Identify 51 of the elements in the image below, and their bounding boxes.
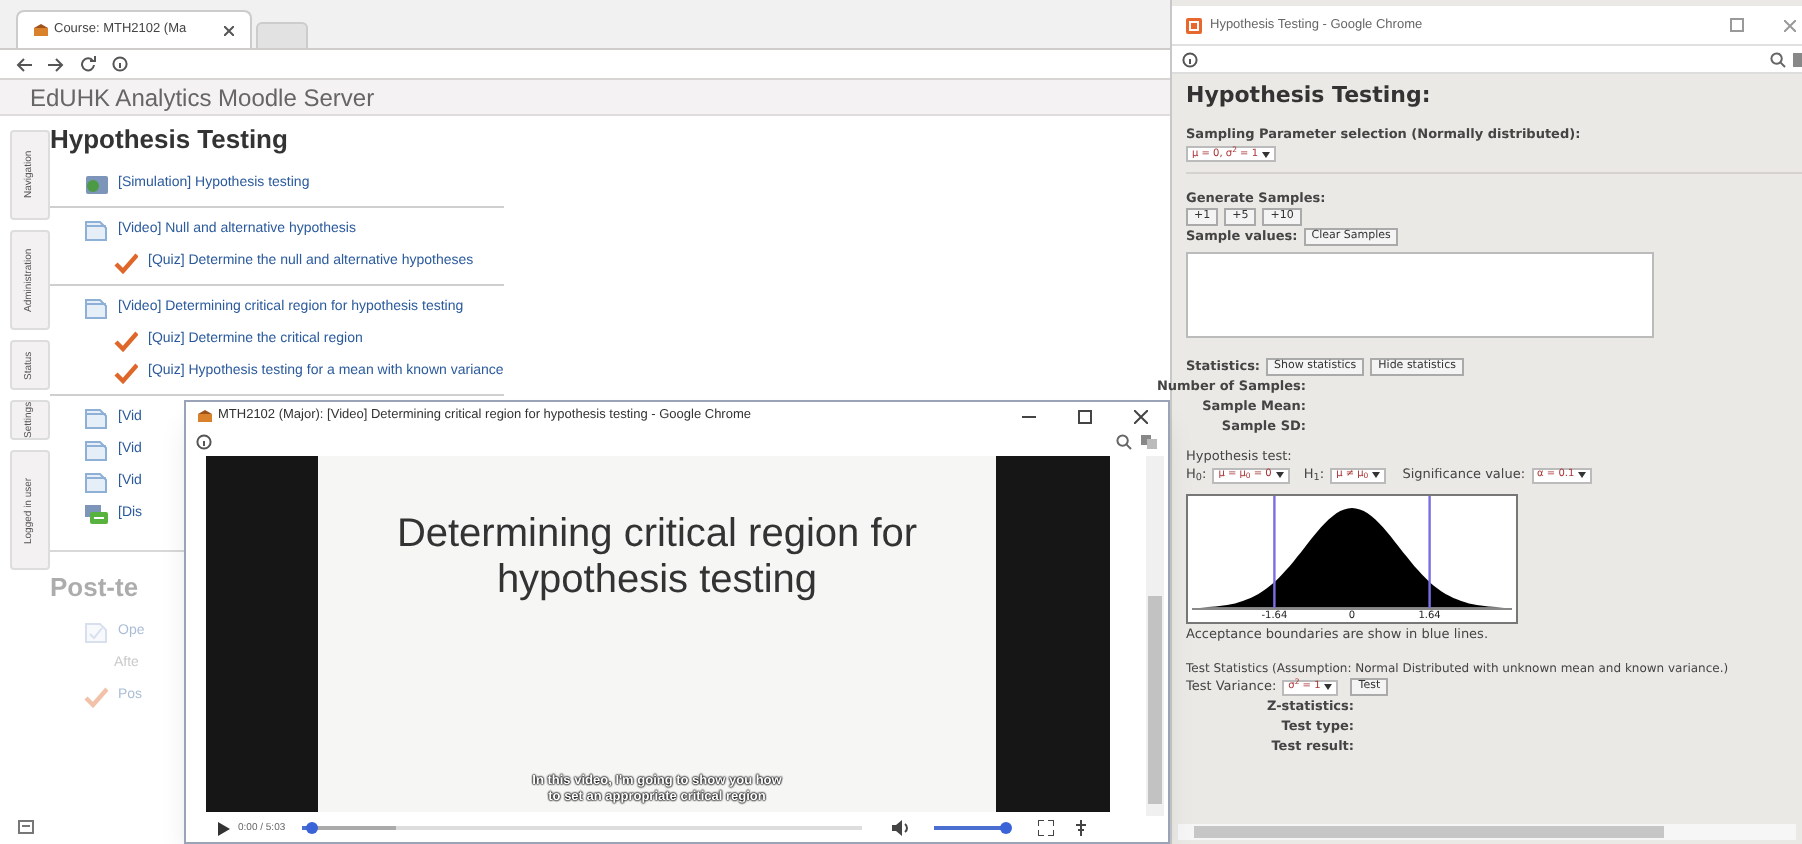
slide-title: hypothesis testing [496, 557, 818, 604]
scrollbar-thumb[interactable] [1194, 826, 1664, 838]
page-icon [84, 407, 108, 429]
caret-icon [1324, 684, 1333, 690]
section-heading: Post-te [50, 570, 139, 604]
caret-icon [1372, 472, 1381, 478]
chat-icon [84, 503, 108, 525]
scrollbar-thumb[interactable] [1148, 595, 1162, 804]
app-icon [1186, 17, 1202, 33]
simulation-icon [84, 173, 108, 195]
boundary-line [1428, 496, 1431, 608]
progress-thumb[interactable] [306, 822, 319, 835]
reload-icon[interactable] [80, 56, 96, 72]
caret-icon [1578, 472, 1587, 478]
info-icon[interactable] [112, 56, 128, 72]
zoom-icon[interactable] [1116, 434, 1132, 451]
close-icon[interactable] [1134, 409, 1148, 424]
caret-icon [1262, 151, 1271, 157]
close-icon[interactable] [224, 25, 234, 35]
info-icon[interactable] [1182, 51, 1198, 67]
volume-thumb[interactable] [1000, 822, 1013, 835]
slide-title: Determining critical region for [396, 511, 918, 558]
page-icon [84, 621, 108, 643]
play-icon[interactable] [218, 821, 230, 836]
site-icon [34, 24, 48, 36]
page-icon [84, 297, 108, 319]
fullscreen-icon[interactable] [1038, 820, 1054, 837]
site-title: EdUHK Analytics Moodle Server [30, 81, 375, 115]
section-heading: Hypothesis Testing [50, 122, 288, 156]
info-icon[interactable] [196, 434, 212, 451]
progress-track[interactable] [301, 826, 862, 831]
checkmark-icon [114, 329, 138, 351]
site-icon [198, 410, 212, 423]
forward-icon[interactable] [48, 57, 64, 71]
volume-icon[interactable] [892, 820, 910, 837]
page-icon [84, 219, 108, 241]
horizontal-scrollbar[interactable] [1178, 824, 1796, 840]
page-icon [84, 439, 108, 461]
checkmark-icon [114, 251, 138, 273]
checkmark-icon [84, 685, 108, 707]
page-heading: Hypothesis Testing: [1186, 82, 1433, 110]
scrollbar[interactable] [1146, 455, 1164, 816]
back-icon[interactable] [16, 57, 32, 71]
zoom-icon[interactable] [1770, 51, 1786, 67]
dock-icon[interactable] [18, 820, 34, 834]
boundary-line [1273, 496, 1276, 608]
caret-icon [1275, 472, 1284, 478]
checkmark-icon [114, 361, 138, 383]
pin-icon[interactable] [1074, 820, 1088, 837]
page-icon [84, 471, 108, 493]
maximize-icon[interactable] [1078, 409, 1092, 424]
